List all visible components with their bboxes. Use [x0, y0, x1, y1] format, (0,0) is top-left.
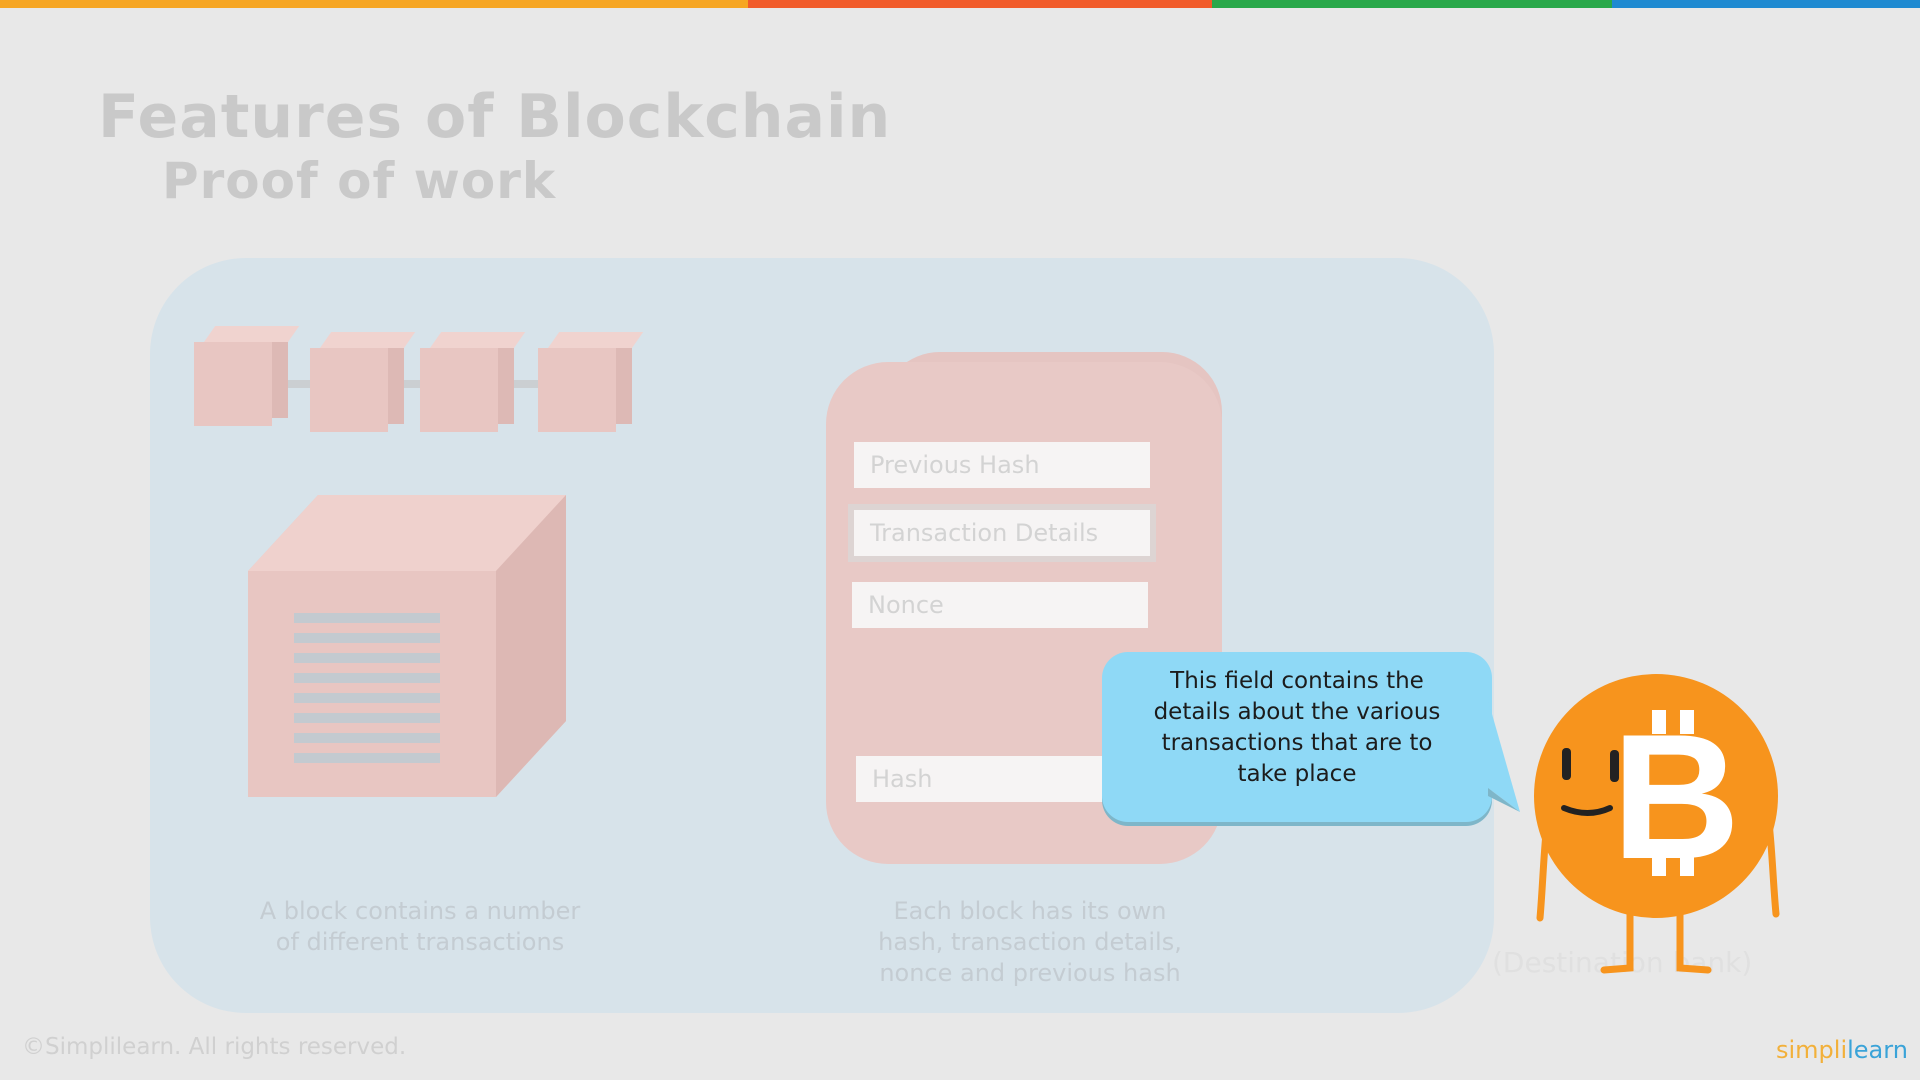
logo-part: learn: [1847, 1036, 1908, 1064]
block-caption-line: A block contains a number: [259, 897, 581, 925]
card-caption-line: nonce and previous hash: [879, 959, 1181, 987]
block-caption: A block contains a number of different t…: [200, 896, 640, 958]
stripe-red: [748, 0, 1212, 8]
transaction-details-field: Transaction Details: [848, 504, 1156, 562]
svg-text:B: B: [1612, 697, 1741, 896]
stripe-blue: [1612, 0, 1920, 8]
chain-block-icon: [310, 332, 416, 432]
callout-line: This field contains the: [1170, 668, 1424, 694]
chain-block-icon: [420, 332, 526, 432]
stripe-green: [1212, 0, 1612, 8]
slide-canvas: Features of Blockchain Proof of work A b…: [0, 0, 1920, 1080]
callout-line: details about the various: [1153, 699, 1441, 725]
callout-tail: [1488, 700, 1520, 812]
copyright-text: ©Simplilearn. All rights reserved.: [22, 1034, 407, 1060]
card-caption: Each block has its own hash, transaction…: [830, 896, 1230, 989]
callout-text: This field contains the details about th…: [1116, 666, 1478, 790]
previous-hash-field: Previous Hash: [854, 442, 1150, 488]
chain-block-icon: [194, 326, 300, 426]
logo-part: simpli: [1776, 1036, 1848, 1064]
chain-block-icon: [538, 332, 644, 432]
simplilearn-logo: simplilearn: [1776, 1036, 1908, 1064]
block-transactions-icon: [248, 495, 566, 797]
slide-title: Features of Blockchain: [98, 82, 892, 152]
top-color-stripe: [0, 0, 1920, 8]
stripe-orange: [0, 0, 748, 8]
card-caption-line: Each block has its own: [893, 897, 1167, 925]
block-caption-line: of different transactions: [275, 928, 565, 956]
card-caption-line: hash, transaction details,: [878, 928, 1182, 956]
nonce-field: Nonce: [852, 582, 1148, 628]
bitcoin-mascot-icon: B: [1534, 674, 1780, 974]
slide-subtitle: Proof of work: [162, 152, 557, 210]
callout-line: take place: [1237, 761, 1357, 787]
callout-line: transactions that are to: [1161, 730, 1433, 756]
